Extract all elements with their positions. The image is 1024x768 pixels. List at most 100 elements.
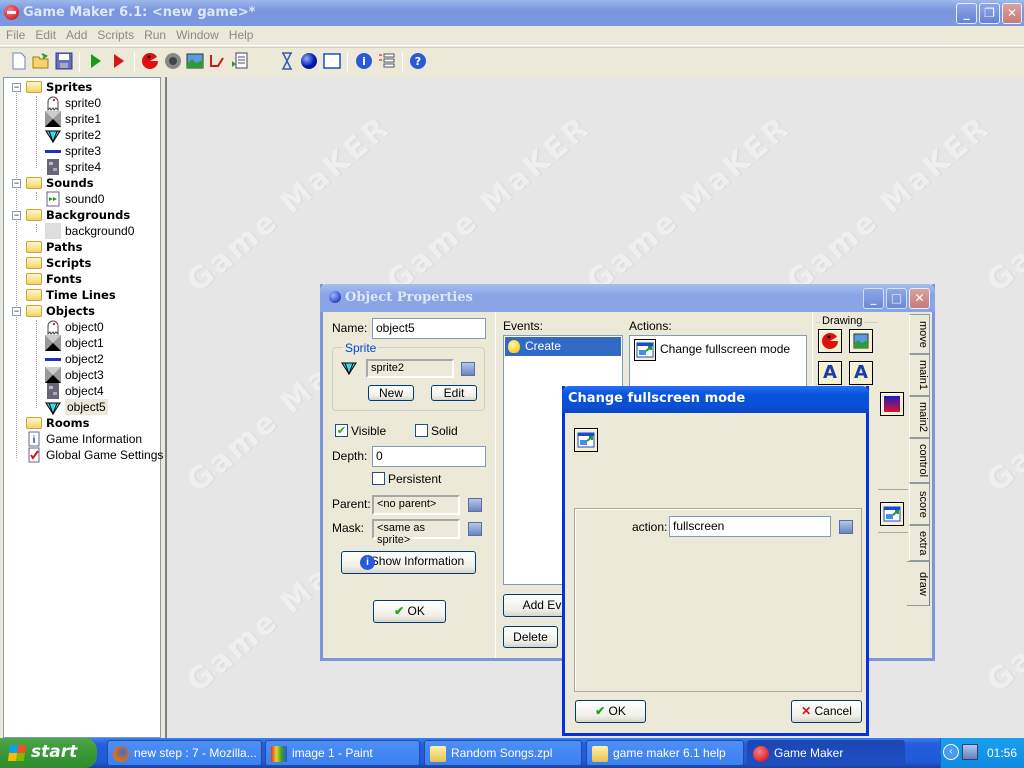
help-icon[interactable]: ? bbox=[409, 52, 427, 70]
action-argument-input[interactable]: fullscreen bbox=[669, 516, 831, 537]
task-gm-help[interactable]: game maker 6.1 help bbox=[586, 740, 744, 766]
task-game-maker[interactable]: Game Maker bbox=[747, 740, 905, 766]
show-hidden-icons-button[interactable]: ‹ bbox=[943, 744, 959, 760]
block-sprite-icon bbox=[45, 111, 61, 127]
collapse-toggle[interactable]: − bbox=[12, 179, 21, 188]
collapse-toggle[interactable]: − bbox=[12, 211, 21, 220]
menu-edit[interactable]: Edit bbox=[29, 26, 60, 42]
dialog-ok-label: OK bbox=[608, 704, 626, 718]
action-argument-label: action: bbox=[632, 520, 668, 534]
solid-checkbox[interactable] bbox=[415, 424, 428, 437]
tab-draw[interactable]: draw bbox=[907, 561, 930, 606]
watermark: Game MaKER bbox=[380, 109, 598, 300]
line-sprite-icon bbox=[45, 358, 61, 361]
tab-score[interactable]: score bbox=[909, 483, 930, 525]
parent-menu-button[interactable] bbox=[468, 498, 482, 512]
close-button[interactable]: ✕ bbox=[1002, 3, 1022, 24]
folder-icon bbox=[26, 177, 42, 189]
menu-file[interactable]: File bbox=[0, 26, 29, 42]
actions-label: Actions: bbox=[629, 319, 672, 333]
new-sprite-button[interactable]: New bbox=[368, 385, 414, 401]
dialog-title-bar[interactable]: Change fullscreen mode bbox=[562, 386, 869, 413]
tab-extra[interactable]: extra bbox=[909, 525, 930, 561]
minimize-button[interactable]: _ bbox=[863, 288, 884, 309]
watermark: Game MaKER bbox=[780, 109, 998, 300]
action-item[interactable]: Change fullscreen mode bbox=[630, 336, 806, 364]
noise-sprite-icon bbox=[47, 383, 59, 399]
edit-sprite-button[interactable]: Edit bbox=[431, 385, 477, 401]
action-argument-menu-button[interactable] bbox=[839, 520, 853, 534]
add-sound-icon[interactable] bbox=[164, 52, 182, 70]
add-timeline-icon[interactable] bbox=[278, 52, 296, 70]
draw-scaled-text-action[interactable]: A bbox=[849, 361, 873, 385]
restore-button[interactable]: ❐ bbox=[979, 3, 1000, 24]
sprite-menu-button[interactable] bbox=[461, 362, 475, 376]
menu-bar: File Edit Add Scripts Run Window Help bbox=[0, 26, 1024, 46]
name-input[interactable]: object5 bbox=[372, 318, 486, 339]
network-icon[interactable] bbox=[962, 744, 978, 760]
tab-move[interactable]: move bbox=[909, 314, 930, 354]
new-file-icon[interactable] bbox=[10, 52, 28, 70]
info-doc-icon: i bbox=[28, 431, 40, 447]
start-button[interactable]: start bbox=[0, 738, 97, 768]
menu-scripts[interactable]: Scripts bbox=[91, 26, 138, 42]
draw-text-action[interactable]: A bbox=[818, 361, 842, 385]
close-button[interactable]: ✕ bbox=[909, 288, 930, 309]
add-script-icon[interactable] bbox=[231, 52, 249, 70]
ok-button[interactable]: ✔ OK bbox=[373, 600, 446, 623]
event-item-create[interactable]: Create bbox=[505, 337, 621, 356]
parent-field: <no parent> bbox=[372, 495, 460, 515]
ghost-sprite-icon bbox=[47, 96, 59, 111]
game-info-icon[interactable]: i bbox=[355, 52, 373, 70]
mask-label: Mask: bbox=[332, 521, 365, 535]
system-tray: ‹ 01:56 bbox=[940, 738, 1024, 768]
add-path-icon[interactable] bbox=[208, 52, 226, 70]
minimize-button[interactable]: _ bbox=[956, 3, 977, 24]
menu-window[interactable]: Window bbox=[170, 26, 223, 42]
show-information-button[interactable]: i Show Information bbox=[341, 551, 476, 574]
fullscreen-action-icon bbox=[574, 428, 598, 452]
object-properties-title-bar[interactable]: Object Properties _ □ ✕ bbox=[320, 284, 935, 312]
parent-label: Parent: bbox=[332, 497, 371, 511]
change-fullscreen-action[interactable] bbox=[880, 502, 904, 526]
folder-icon bbox=[26, 257, 42, 269]
run-icon[interactable] bbox=[87, 52, 105, 70]
add-background-icon[interactable] bbox=[186, 52, 204, 70]
add-object-icon[interactable] bbox=[300, 52, 318, 70]
collapse-toggle[interactable]: − bbox=[12, 83, 21, 92]
mask-menu-button[interactable] bbox=[468, 522, 482, 536]
add-room-icon[interactable] bbox=[323, 52, 341, 70]
dialog-ok-button[interactable]: ✔ OK bbox=[575, 700, 646, 723]
draw-sprite-action[interactable] bbox=[818, 329, 842, 353]
cross-icon: ✕ bbox=[801, 704, 812, 718]
delete-event-button[interactable]: Delete bbox=[503, 626, 558, 648]
task-firefox[interactable]: new step : 7 - Mozilla... bbox=[107, 740, 262, 766]
tab-main2[interactable]: main2 bbox=[909, 396, 930, 438]
set-color-gradient-action[interactable] bbox=[880, 392, 904, 416]
object-properties-title: Object Properties bbox=[345, 290, 473, 305]
menu-help[interactable]: Help bbox=[223, 26, 258, 42]
tab-control[interactable]: control bbox=[909, 438, 930, 483]
dialog-cancel-button[interactable]: ✕ Cancel bbox=[791, 700, 862, 723]
noise-sprite-icon bbox=[47, 159, 59, 175]
debug-run-icon[interactable] bbox=[110, 52, 128, 70]
save-icon[interactable] bbox=[55, 52, 73, 70]
open-icon[interactable] bbox=[32, 52, 50, 70]
menu-run[interactable]: Run bbox=[138, 26, 170, 42]
menu-add[interactable]: Add bbox=[60, 26, 91, 42]
taskbar: start new step : 7 - Mozilla... image 1 … bbox=[0, 738, 1024, 768]
visible-checkbox[interactable]: ✔ bbox=[335, 424, 348, 437]
maximize-button[interactable]: □ bbox=[886, 288, 907, 309]
tab-main1[interactable]: main1 bbox=[909, 354, 930, 396]
folder-icon bbox=[26, 273, 42, 285]
task-paint[interactable]: image 1 - Paint bbox=[265, 740, 420, 766]
depth-input[interactable]: 0 bbox=[372, 446, 486, 467]
collapse-toggle[interactable]: − bbox=[12, 307, 21, 316]
persistent-checkbox[interactable] bbox=[372, 472, 385, 485]
task-random-songs[interactable]: Random Songs.zpl bbox=[424, 740, 582, 766]
global-settings-icon[interactable] bbox=[378, 52, 396, 70]
draw-background-action[interactable] bbox=[849, 329, 873, 353]
add-sprite-icon[interactable] bbox=[141, 52, 159, 70]
resource-tree: − Sprites sprite0 sprite1 sprite2 sprite… bbox=[3, 77, 163, 738]
svg-text:i: i bbox=[33, 435, 36, 446]
